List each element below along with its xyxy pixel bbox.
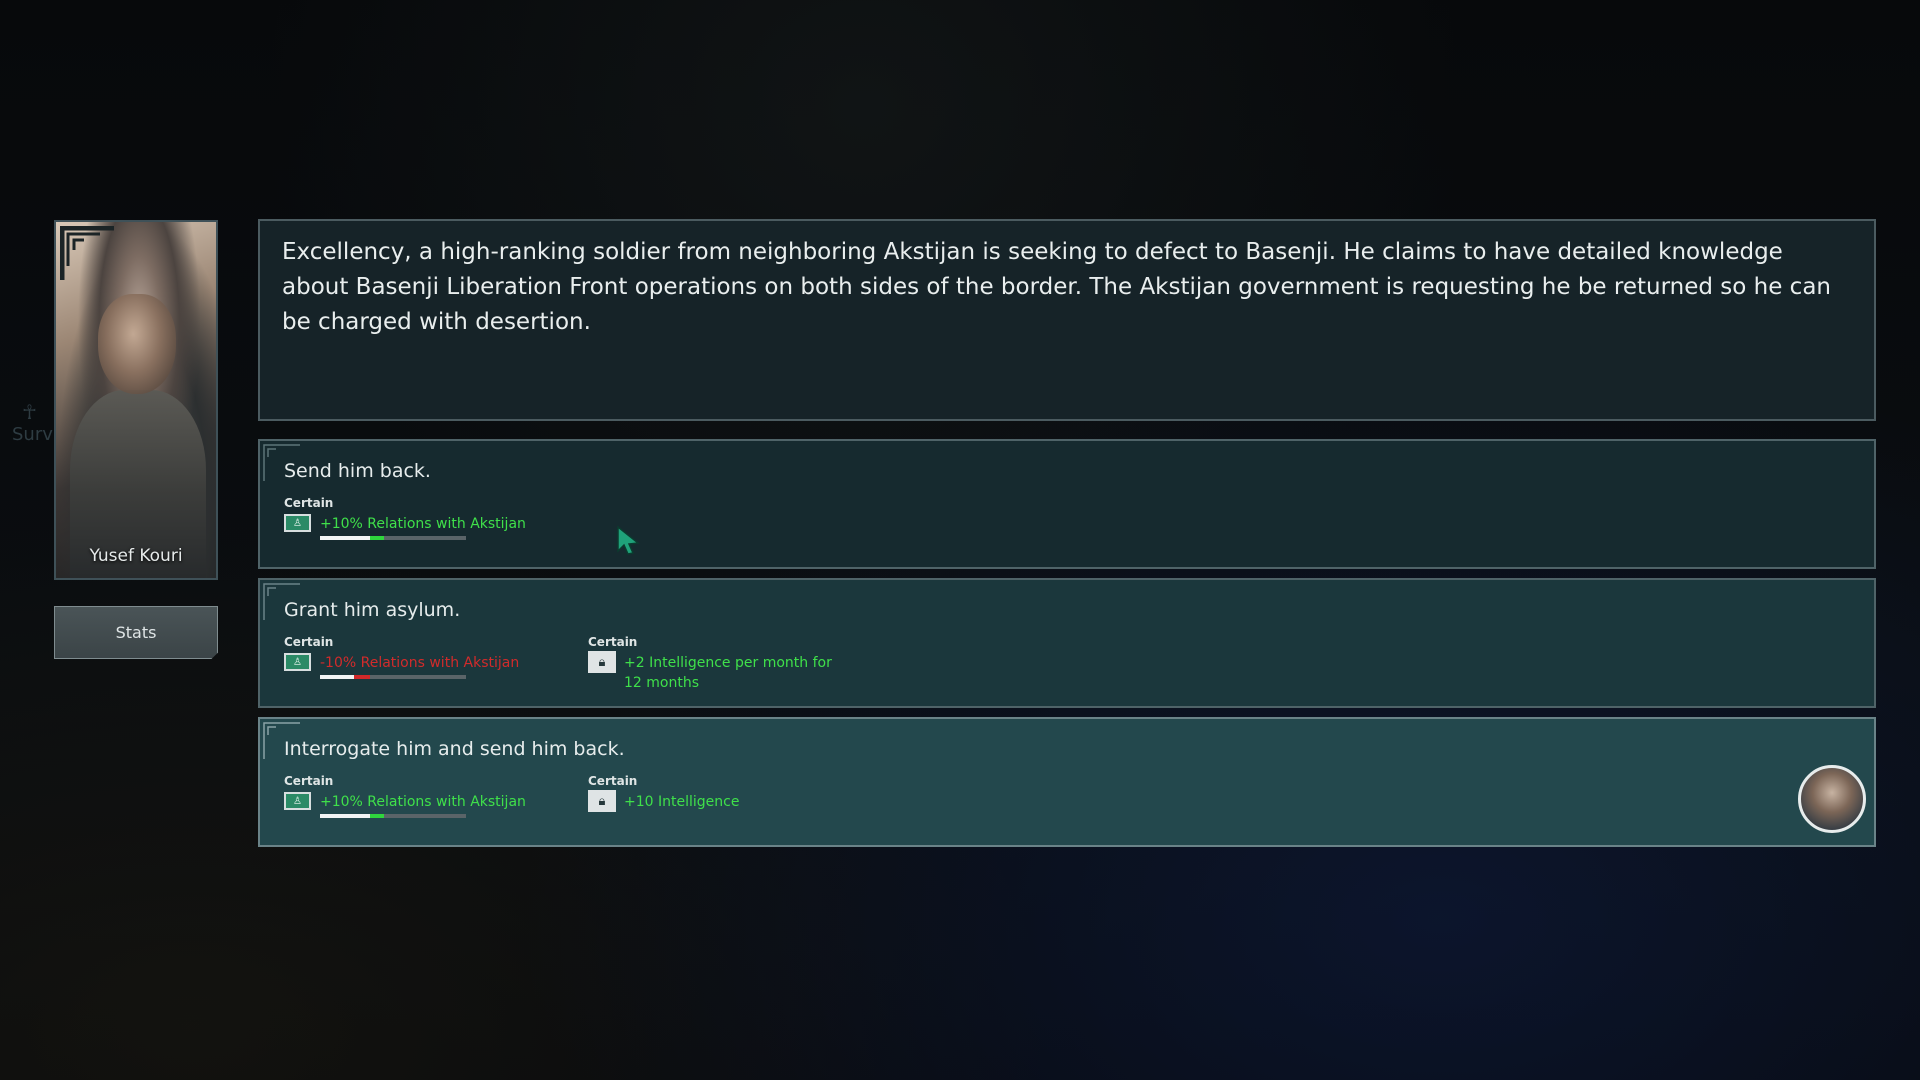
effect-intelligence: Certain 🔒︎ +2 Intelligence per month for…: [588, 635, 832, 691]
effect-relations: Certain ♙ +10% Relations with Akstijan: [284, 496, 526, 540]
relations-bar: [320, 536, 466, 540]
effect-text: -10% Relations with Akstijan: [320, 655, 520, 671]
option-interrogate-send-back[interactable]: Interrogate him and send him back. Certa…: [258, 717, 1876, 847]
effect-text: +2 Intelligence per month for 12 months: [624, 655, 832, 691]
supporter-avatar: [1798, 765, 1866, 833]
effect-relations: Certain ♙ -10% Relations with Akstijan: [284, 635, 519, 679]
relations-bar: [320, 814, 466, 818]
relations-bar-loss: [354, 675, 370, 679]
effect-text: +10 Intelligence: [624, 794, 740, 810]
effect-certainty: Certain: [284, 774, 334, 788]
mouse-cursor-icon: [617, 525, 640, 555]
stats-button[interactable]: Stats: [54, 606, 218, 659]
option-send-back[interactable]: Send him back. Certain ♙ +10% Relations …: [258, 439, 1876, 569]
flag-icon: ♙: [284, 653, 311, 671]
option-title: Interrogate him and send him back.: [284, 738, 625, 760]
flag-icon: ♙: [284, 792, 311, 810]
event-description: Excellency, a high-ranking soldier from …: [258, 219, 1876, 421]
effect-text: +10% Relations with Akstijan: [320, 516, 526, 532]
lock-icon: 🔒︎: [588, 651, 616, 673]
effect-text: +10% Relations with Akstijan: [320, 794, 526, 810]
advisor-portrait: Yusef Kouri: [54, 220, 218, 580]
side-menu-ghost: ☥ Surv: [12, 400, 53, 445]
option-title: Send him back.: [284, 460, 431, 482]
effect-intelligence: Certain 🔒︎ +10 Intelligence: [588, 774, 739, 812]
effect-certainty: Certain: [284, 496, 334, 510]
option-title: Grant him asylum.: [284, 599, 461, 621]
effect-relations: Certain ♙ +10% Relations with Akstijan: [284, 774, 526, 818]
effect-certainty: Certain: [588, 774, 638, 788]
effect-certainty: Certain: [588, 635, 638, 649]
lock-icon: 🔒︎: [588, 790, 616, 812]
effect-certainty: Certain: [284, 635, 334, 649]
flag-icon: ♙: [284, 514, 311, 532]
eye-icon: ☥: [22, 400, 37, 424]
relations-bar: [320, 675, 466, 679]
advisor-name: Yusef Kouri: [89, 546, 183, 566]
relations-bar-gain: [370, 536, 384, 540]
portrait-corner-ornament: [60, 226, 114, 280]
option-grant-asylum[interactable]: Grant him asylum. Certain ♙ -10% Relatio…: [258, 578, 1876, 708]
side-menu-ghost-label: Surv: [12, 424, 53, 445]
relations-bar-gain: [370, 814, 384, 818]
portrait-head: [98, 294, 176, 394]
